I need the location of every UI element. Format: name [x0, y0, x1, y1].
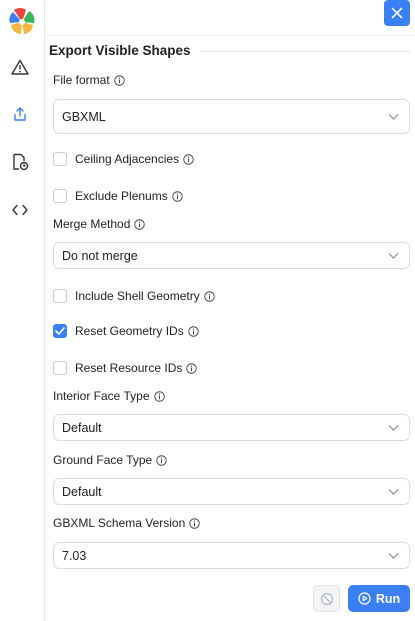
report-icon[interactable] [9, 151, 31, 173]
info-icon[interactable] [204, 290, 215, 302]
ground-face-type-select[interactable]: Default [53, 478, 410, 505]
schema-version-label: GBXML Schema Version [53, 516, 201, 530]
panel-title: Export Visible Shapes [49, 43, 191, 58]
info-icon[interactable] [187, 325, 199, 337]
run-button[interactable]: Run [348, 585, 410, 612]
left-rail [0, 0, 45, 621]
reset-geometry-ids-option: Reset Geometry IDs [53, 324, 199, 338]
file-format-label: File format [53, 73, 125, 87]
reset-resource-ids-checkbox[interactable] [53, 361, 67, 375]
title-divider [200, 51, 410, 52]
info-icon[interactable] [113, 74, 125, 86]
chevron-down-icon [388, 252, 399, 259]
merge-method-label: Merge Method [53, 217, 146, 231]
checkmark-icon [55, 327, 65, 335]
panel-header [45, 0, 415, 36]
merge-method-select[interactable]: Do not merge [53, 242, 410, 269]
info-icon[interactable] [156, 454, 167, 466]
ceiling-adjacencies-checkbox[interactable] [53, 152, 67, 166]
info-icon[interactable] [183, 153, 194, 165]
play-circle-icon [358, 592, 371, 605]
reset-geometry-ids-checkbox[interactable] [53, 324, 67, 338]
code-icon[interactable] [9, 199, 31, 221]
export-icon[interactable] [9, 103, 31, 125]
interior-face-type-select[interactable]: Default [53, 414, 410, 441]
chevron-down-icon [388, 488, 399, 495]
close-button[interactable] [384, 0, 410, 26]
block-icon [320, 592, 333, 605]
app-logo[interactable] [5, 5, 39, 39]
info-icon[interactable] [189, 517, 201, 529]
chevron-down-icon [388, 113, 399, 120]
exclude-plenums-checkbox[interactable] [53, 189, 67, 203]
cancel-button[interactable] [313, 585, 340, 612]
ceiling-adjacencies-option: Ceiling Adjacencies [53, 152, 194, 166]
file-format-select[interactable]: GBXML [53, 99, 410, 134]
warning-icon[interactable] [9, 56, 31, 78]
include-shell-geometry-checkbox[interactable] [53, 289, 67, 303]
close-icon [391, 7, 403, 19]
exclude-plenums-option: Exclude Plenums [53, 189, 183, 203]
interior-face-type-label: Interior Face Type [53, 389, 165, 403]
info-icon[interactable] [153, 390, 165, 402]
info-icon[interactable] [186, 362, 198, 374]
chevron-down-icon [388, 424, 399, 431]
info-icon[interactable] [134, 218, 146, 230]
info-icon[interactable] [171, 190, 183, 202]
ground-face-type-label: Ground Face Type [53, 453, 167, 467]
reset-resource-ids-option: Reset Resource IDs [53, 361, 198, 375]
schema-version-select[interactable]: 7.03 [53, 542, 410, 569]
chevron-down-icon [388, 552, 399, 559]
include-shell-geometry-option: Include Shell Geometry [53, 289, 215, 303]
